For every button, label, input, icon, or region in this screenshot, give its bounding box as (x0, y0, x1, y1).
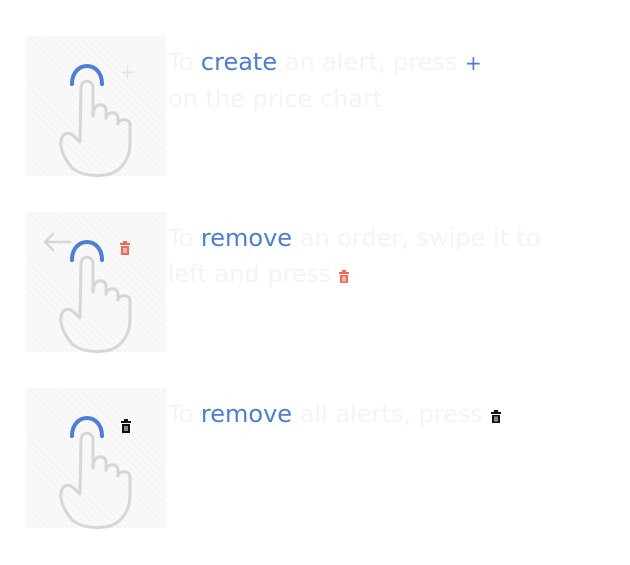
tip-rest: all alerts, press (299, 400, 483, 428)
tip-line2: left and press (168, 260, 332, 288)
tip-remove-order: To remove an order, swipe it to left and… (0, 212, 630, 357)
trash-icon (339, 270, 350, 283)
tip-remove-alerts: To remove all alerts, press (0, 388, 630, 533)
plus-icon: + (120, 62, 135, 83)
plus-icon: + (464, 51, 482, 75)
hand-tap-icon: + (59, 62, 135, 178)
gesture-illustration: + (26, 36, 166, 178)
hand-tap-icon (59, 416, 132, 530)
hand-swipe-icon (43, 232, 132, 354)
tip-prefix: To (168, 48, 194, 76)
tip-prefix: To (168, 224, 194, 252)
tip-keyword: create (200, 48, 278, 76)
gesture-illustration (26, 212, 166, 354)
tip-create-text: To create an alert, press + on the price… (168, 44, 588, 117)
red-trash-icon (120, 241, 130, 255)
tip-keyword: remove (200, 224, 293, 252)
tip-create: + To create an alert, press + on the pri… (0, 36, 630, 181)
trash-icon (490, 410, 501, 423)
tip-remove-alerts-text: To remove all alerts, press (168, 396, 588, 432)
tip-line2: on the price chart (168, 85, 383, 113)
arrow-left-icon (43, 232, 72, 252)
tip-prefix: To (168, 400, 194, 428)
black-trash-icon (121, 419, 131, 433)
tip-keyword: remove (200, 400, 293, 428)
gesture-illustration (26, 388, 166, 530)
tip-rest: an order, swipe it to (299, 224, 541, 252)
tip-rest: an alert, press (284, 48, 458, 76)
tip-remove-order-text: To remove an order, swipe it to left and… (168, 220, 588, 292)
